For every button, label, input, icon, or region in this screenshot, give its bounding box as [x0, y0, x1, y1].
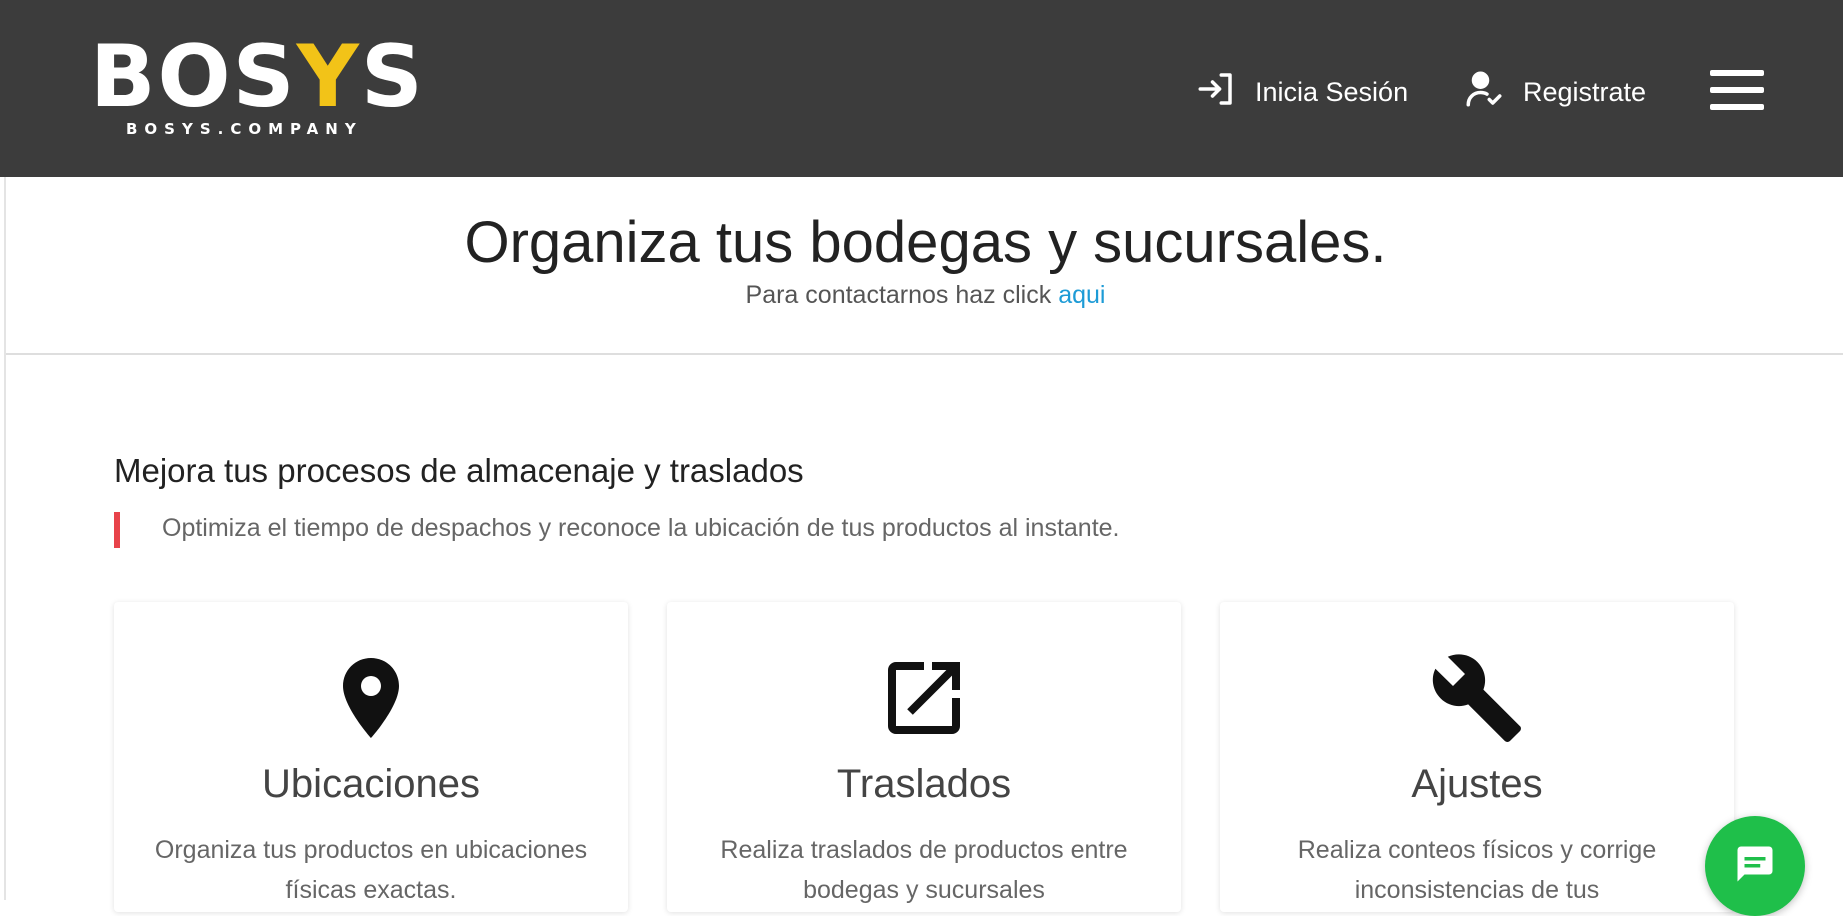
- user-check-icon: [1463, 68, 1505, 117]
- login-link[interactable]: Inicia Sesión: [1195, 70, 1408, 114]
- card-title: Traslados: [836, 762, 1012, 806]
- feature-card-ubicaciones[interactable]: Ubicaciones Organiza tus productos en ub…: [114, 602, 628, 912]
- chat-icon: [1737, 846, 1773, 882]
- login-label: Inicia Sesión: [1255, 76, 1409, 107]
- top-header: BOSYS BOSYS.COMPANY Inicia Sesión Regist…: [0, 0, 1843, 177]
- card-text: Realiza conteos físicos y corrige incons…: [1297, 836, 1657, 904]
- section-border: [4, 353, 6, 900]
- feature-card-traslados[interactable]: Traslados Realiza traslados de productos…: [667, 602, 1181, 912]
- contact-line: Para contactarnos haz click aqui: [6, 281, 1843, 310]
- login-icon: [1195, 68, 1237, 117]
- bosys-logo[interactable]: BOSYS BOSYS.COMPANY: [90, 22, 430, 142]
- accent-bar: [114, 512, 120, 548]
- wrench-icon: [1220, 650, 1734, 751]
- contact-text: Para contactarnos haz click: [745, 281, 1052, 309]
- hero-banner: Organiza tus bodegas y sucursales. Para …: [4, 177, 1843, 355]
- feature-card-ajustes[interactable]: Ajustes Realiza conteos físicos y corrig…: [1220, 602, 1734, 912]
- card-title: Ubicaciones: [262, 762, 480, 806]
- hamburger-menu-icon[interactable]: [1710, 70, 1764, 110]
- card-text: Realiza traslados de productos entre bod…: [720, 836, 1128, 904]
- register-link[interactable]: Registrate: [1463, 70, 1646, 114]
- logo-subtitle: BOSYS.COMPANY: [126, 120, 363, 138]
- chat-button[interactable]: [1705, 816, 1805, 916]
- card-title: Ajustes: [1411, 762, 1543, 806]
- open-external-icon: [667, 650, 1181, 751]
- section-title: Mejora tus procesos de almacenaje y tras…: [114, 452, 804, 489]
- section-description: Optimiza el tiempo de despachos y recono…: [162, 514, 1120, 542]
- register-label: Registrate: [1523, 76, 1647, 107]
- page-title: Organiza tus bodegas y sucursales.: [464, 210, 1387, 275]
- logo-wordmark: BOSYS: [90, 27, 425, 127]
- card-text: Organiza tus productos en ubicaciones fí…: [154, 836, 588, 904]
- location-pin-icon: [114, 650, 628, 751]
- contact-link[interactable]: aqui: [1058, 281, 1105, 309]
